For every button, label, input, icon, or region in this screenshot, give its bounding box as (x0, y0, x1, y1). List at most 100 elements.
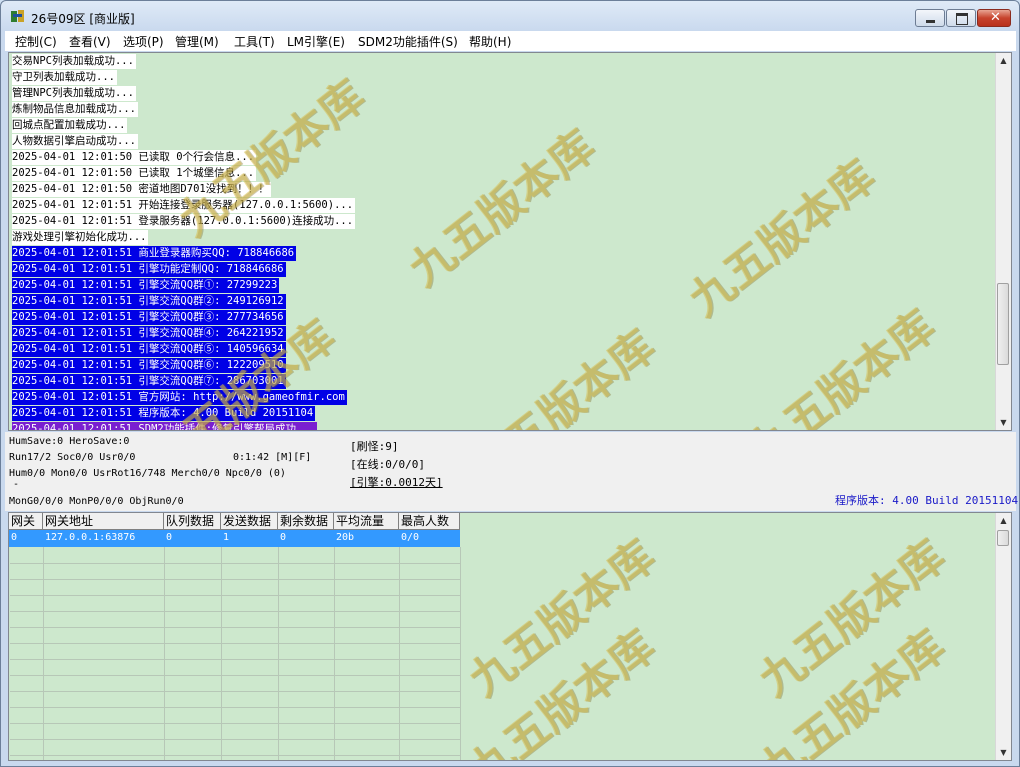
log-panel[interactable]: 交易NPC列表加载成功... 守卫列表加载成功... 管理NPC列表加载成功... 炼… (8, 52, 1012, 431)
log-line: 2025-04-01 12:01:51 程序版本: 4.00 Build 201… (12, 406, 316, 421)
scroll-thumb[interactable] (997, 283, 1009, 365)
watermark: 九五版本库 (679, 150, 885, 327)
grid-col-line (164, 547, 165, 760)
main-window: 26号09区 [商业版] ✕ 控制(C) 查看(V) 选项(P) 管理(M) 工… (0, 0, 1020, 767)
watermark: 九五版本库 (749, 530, 955, 707)
log-scrollbar[interactable]: ▲ ▼ (995, 53, 1011, 430)
scroll-up-icon[interactable]: ▲ (996, 513, 1011, 528)
log-line: 2025-04-01 12:01:50 已读取 1个城堡信息... (12, 166, 257, 181)
scroll-down-icon[interactable]: ▼ (996, 415, 1011, 430)
log-line: 2025-04-01 12:01:51 引擎交流QQ群③: 277734656 (12, 310, 286, 325)
table-scrollbar[interactable]: ▲ ▼ (995, 513, 1011, 760)
maximize-button[interactable] (946, 9, 976, 27)
version-text: 程序版本: 4.00 Build 20151104 (835, 494, 1019, 507)
maximize-icon (956, 13, 968, 25)
menu-lm-engine[interactable]: LM引擎(E) (287, 33, 345, 50)
log-line: 回城点配置加载成功... (12, 118, 128, 133)
watermark: 九五版本库 (459, 320, 665, 431)
log-line: 2025-04-01 12:01:51 引擎交流QQ群②: 249126912 (12, 294, 286, 309)
watermark: 九五版本库 (459, 620, 665, 761)
grid-row-line (10, 579, 460, 580)
grid-col-line (399, 547, 400, 760)
grid-row-line (10, 627, 460, 628)
close-icon: ✕ (990, 10, 1001, 25)
grid-row-line (10, 723, 460, 724)
title-bar[interactable]: 26号09区 [商业版] ✕ (1, 1, 1019, 31)
window-title: 26号09区 [商业版] (31, 12, 135, 26)
mon-text: MonG0/0/0 MonP0/0/0 ObjRun0/0 (9, 496, 184, 507)
col-gateway[interactable]: 网关 (9, 513, 43, 530)
grid-col-line (334, 547, 335, 760)
log-line: 交易NPC列表加载成功... (12, 54, 136, 69)
log-line: 游戏处理引擎初始化成功... (12, 230, 149, 245)
table-cell[interactable]: 20b (334, 530, 399, 547)
grid-row-line (10, 675, 460, 676)
menu-help[interactable]: 帮助(H) (469, 33, 511, 50)
table-cell[interactable]: 0 (9, 530, 43, 547)
log-line: 2025-04-01 12:01:50 已读取 0个行会信息... (12, 150, 257, 165)
scroll-down-icon[interactable]: ▼ (996, 745, 1011, 760)
menu-options[interactable]: 选项(P) (123, 33, 164, 50)
grid-row-line (10, 739, 460, 740)
log-line: 2025-04-01 12:01:51 SDM2功能插件:修复引擎帮局成功... (12, 422, 318, 430)
col-remain-data[interactable]: 剩余数据 (278, 513, 334, 530)
menu-tools[interactable]: 工具(T) (234, 33, 275, 50)
watermark: 九五版本库 (749, 620, 955, 761)
grid-col-line (278, 547, 279, 760)
log-line: 2025-04-01 12:01:51 官方网站: http://www.gam… (12, 390, 347, 405)
menu-view[interactable]: 查看(V) (69, 33, 111, 50)
col-gateway-address[interactable]: 网关地址 (43, 513, 164, 530)
menu-manage[interactable]: 管理(M) (175, 33, 219, 50)
log-line: 守卫列表加载成功... (12, 70, 117, 85)
minimize-icon (926, 20, 935, 23)
grid-row-line (10, 643, 460, 644)
table-cell[interactable]: 1 (221, 530, 278, 547)
online-text: [在线:0/0/0] (350, 458, 425, 471)
grid-col-line (221, 547, 222, 760)
app-icon (11, 10, 24, 22)
grid-row-line (10, 595, 460, 596)
log-line: 2025-04-01 12:01:51 引擎交流QQ群⑦: 286703001 (12, 374, 286, 389)
log-line: 2025-04-01 12:01:51 引擎功能定制QQ: 718846686 (12, 262, 286, 277)
minimize-button[interactable] (915, 9, 945, 27)
run-text: Run17/2 Soc0/0 Usr0/0 (9, 452, 136, 463)
table-cell[interactable]: 0 (278, 530, 334, 547)
col-send-data[interactable]: 发送数据 (221, 513, 278, 530)
dash-text: - (13, 479, 20, 490)
log-line: 2025-04-01 12:01:51 引擎交流QQ群⑥: 122209510 (12, 358, 286, 373)
close-button[interactable]: ✕ (977, 9, 1011, 27)
col-queue-data[interactable]: 队列数据 (164, 513, 221, 530)
grid-col-line (460, 547, 461, 760)
grid-row-line (10, 755, 460, 756)
grid-row-line (10, 611, 460, 612)
log-line: 2025-04-01 12:01:51 引擎交流QQ群④: 264221952 (12, 326, 286, 341)
table-cell[interactable]: 0/0 (399, 530, 460, 547)
engine-text[interactable]: [引擎:0.0012天] (350, 474, 443, 490)
log-line: 2025-04-01 12:01:51 引擎交流QQ群⑤: 140596634 (12, 342, 286, 357)
scroll-up-icon[interactable]: ▲ (996, 53, 1011, 68)
log-line: 2025-04-01 12:01:51 引擎交流QQ群①: 27299223 (12, 278, 280, 293)
log-line: 人物数据引擎启动成功... (12, 134, 138, 149)
gateway-table[interactable]: 网关 网关地址 队列数据 发送数据 剩余数据 平均流量 最高人数 0 127.0… (8, 512, 1012, 761)
watermark: 九五版本库 (399, 120, 605, 297)
log-line: 2025-04-01 12:01:50 密道地图D701没找到！！！ (12, 182, 271, 197)
table-cell[interactable]: 127.0.0.1:63876 (43, 530, 164, 547)
grid-row-line (10, 691, 460, 692)
watermark: 九五版本库 (459, 530, 665, 707)
menu-bar: 控制(C) 查看(V) 选项(P) 管理(M) 工具(T) LM引擎(E) SD… (5, 31, 1016, 51)
menu-sdm2-plugin[interactable]: SDM2功能插件(S) (358, 33, 458, 50)
table-cell[interactable]: 0 (164, 530, 221, 547)
menu-control[interactable]: 控制(C) (15, 33, 57, 50)
col-max-users[interactable]: 最高人数 (399, 513, 460, 530)
grid-col-line (43, 547, 44, 760)
log-line: 炼制物品信息加载成功... (12, 102, 138, 117)
grid-row-line (10, 707, 460, 708)
log-line: 管理NPC列表加载成功... (12, 86, 136, 101)
humsave-text: HumSave:0 HeroSave:0 (9, 436, 130, 447)
time-text: 0:1:42 [M][F] (233, 452, 312, 463)
grid-row-line (10, 659, 460, 660)
log-line: 2025-04-01 12:01:51 登录服务器(127.0.0.1:5600… (12, 214, 356, 229)
grid-row-line (10, 563, 460, 564)
col-avg-traffic[interactable]: 平均流量 (334, 513, 399, 530)
scroll-thumb[interactable] (997, 530, 1009, 546)
